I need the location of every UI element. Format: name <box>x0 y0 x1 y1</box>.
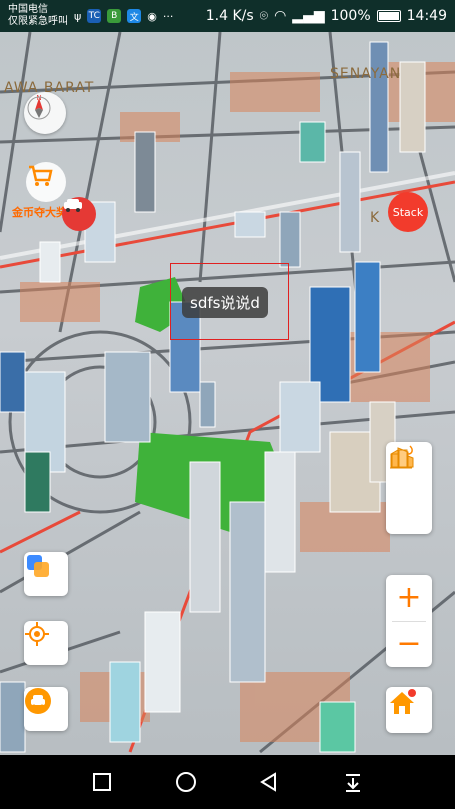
home-button[interactable] <box>386 687 432 733</box>
signal-icon: ▂▄▆ <box>292 8 325 24</box>
system-nav-bar <box>0 755 455 809</box>
building-tooltip[interactable]: sdfs说说d <box>182 287 268 318</box>
back-triangle-icon <box>260 772 277 792</box>
home-icon <box>390 689 416 714</box>
carrier-emergency: 仅限紧急呼叫 <box>8 16 68 27</box>
wifi-icon: ◠ <box>274 8 287 24</box>
car-icon <box>25 688 51 714</box>
notification-icons: ψ TC B 文 ◉ ··· <box>74 9 173 23</box>
view-mode-toggle[interactable] <box>386 442 432 534</box>
layers-button[interactable] <box>24 552 68 596</box>
district-label-k: K <box>370 210 381 226</box>
usb-icon: ψ <box>74 9 82 23</box>
carrier-info: 中国电信 仅限紧急呼叫 <box>8 4 68 28</box>
status-bar: 中国电信 仅限紧急呼叫 ψ TC B 文 ◉ ··· 1.4 K/s ⌾ ◠ ▂… <box>0 0 455 32</box>
stack-button[interactable]: Stack <box>388 192 428 232</box>
wechat-icon: ◉ <box>147 9 157 23</box>
zoom-in-button[interactable]: + <box>386 575 432 621</box>
translate-app-icon: 文 <box>127 9 142 23</box>
home-circle-icon <box>175 772 196 792</box>
recent-apps-button[interactable] <box>87 767 117 797</box>
zoom-out-button[interactable]: − <box>386 621 432 667</box>
driving-mode-button[interactable] <box>24 687 68 731</box>
coin-shop-button[interactable] <box>26 162 66 202</box>
notification-pull-button[interactable] <box>338 767 368 797</box>
car-badge-icon <box>64 199 82 212</box>
locate-button[interactable] <box>24 621 68 665</box>
home-nav-button[interactable] <box>171 767 201 797</box>
battery-icon <box>376 10 401 22</box>
net-speed: 1.4 K/s <box>205 8 254 24</box>
2d-buildings-icon <box>390 445 413 469</box>
crosshair-icon <box>25 622 49 646</box>
clock: 14:49 <box>406 8 447 24</box>
battery-percent: 100% <box>330 8 371 24</box>
tc-app-icon: TC <box>87 9 102 23</box>
back-button[interactable] <box>254 767 284 797</box>
layers-icon <box>27 555 49 577</box>
zoom-controls: + − <box>386 575 432 667</box>
status-right: 1.4 K/s ⌾ ◠ ▂▄▆ 100% 14:49 <box>206 8 447 24</box>
red-car-badge[interactable] <box>62 197 96 231</box>
location-icon: ⌾ <box>259 8 269 24</box>
carrier-name: 中国电信 <box>8 4 48 15</box>
book-app-icon: B <box>107 9 122 23</box>
compass-icon: N <box>27 94 51 120</box>
compass-button[interactable]: N <box>24 92 66 134</box>
notification-pull-icon <box>346 774 361 792</box>
map-view[interactable]: AWA BARAT SENAYAN K sdfs说说d N 金币夺大奖 Stac… <box>0 32 455 755</box>
more-icon: ··· <box>162 9 174 23</box>
district-label-senayan: SENAYAN <box>330 66 402 82</box>
recent-apps-icon <box>92 773 111 791</box>
coin-shop-label: 金币夺大奖 <box>12 206 67 219</box>
shopping-cart-icon <box>29 165 53 186</box>
